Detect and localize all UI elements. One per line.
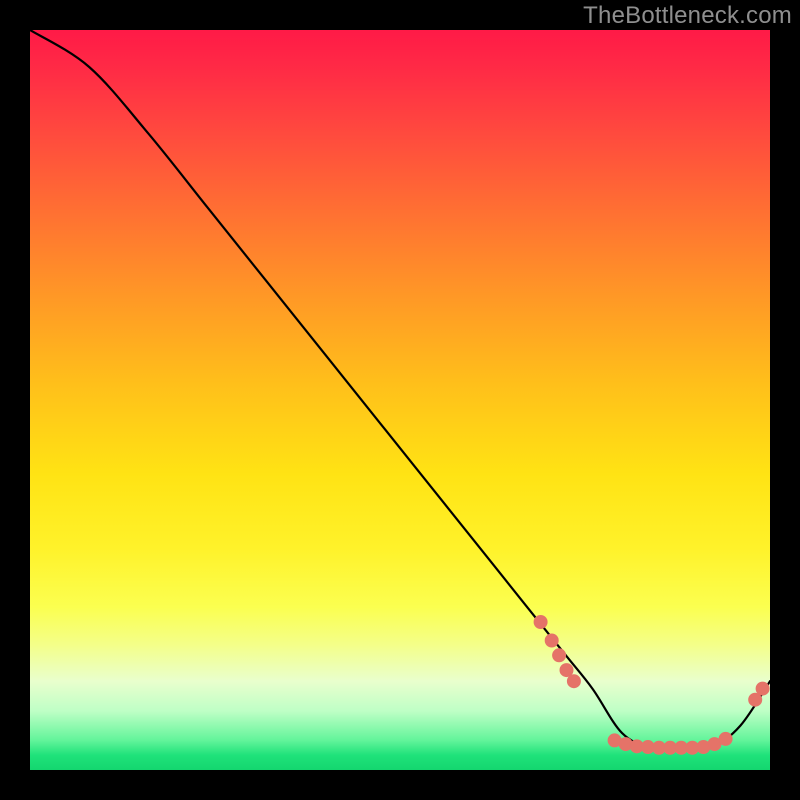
data-dot: [545, 634, 558, 647]
data-dot: [534, 616, 547, 629]
chart-frame: TheBottleneck.com: [0, 0, 800, 800]
data-dot: [553, 649, 566, 662]
data-dot: [756, 682, 769, 695]
watermark-text: TheBottleneck.com: [583, 2, 792, 30]
data-dot: [719, 732, 732, 745]
data-dot: [749, 693, 762, 706]
chart-overlay: [30, 30, 770, 770]
data-dot: [560, 664, 573, 677]
bottleneck-curve: [30, 30, 770, 749]
data-dot: [567, 675, 580, 688]
plot-area: [30, 30, 770, 770]
